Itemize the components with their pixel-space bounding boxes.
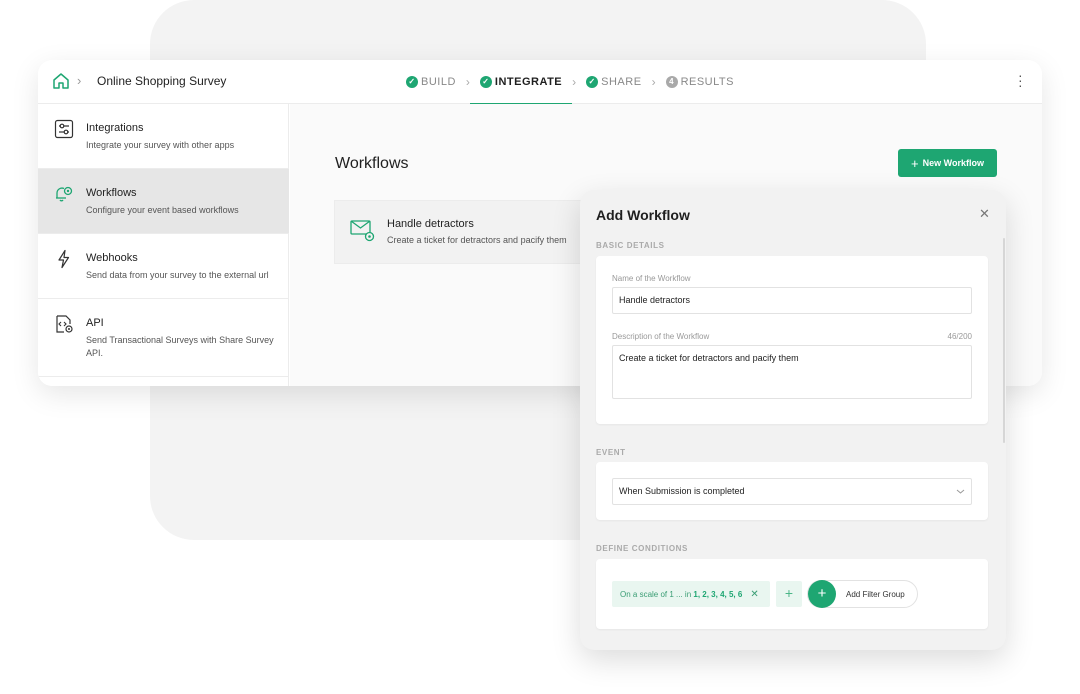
code-file-icon — [56, 315, 73, 333]
sidebar-item-title: API — [86, 317, 104, 329]
add-filter-group-label: Add Filter Group — [846, 590, 905, 599]
sidebar-item-api[interactable]: API Send Transactional Surveys with Shar… — [38, 299, 289, 377]
lightning-icon — [58, 249, 70, 269]
plus-icon: + — [784, 585, 794, 601]
condition-chip[interactable]: On a scale of 1 ... in 1, 2, 3, 4, 5, 6 … — [612, 581, 770, 607]
step-label: SHARE — [601, 76, 642, 88]
section-label-event: EVENT — [596, 448, 626, 457]
step-label: BUILD — [421, 76, 456, 88]
step-label: RESULTS — [680, 76, 734, 88]
step-number-badge: 4 — [665, 76, 678, 88]
new-workflow-label: New Workflow — [922, 158, 984, 168]
sidebar-item-desc: Configure your event based workflows — [86, 205, 239, 215]
sidebar-item-desc: Send Transactional Surveys with Share Su… — [86, 335, 274, 358]
conditions-panel: On a scale of 1 ... in 1, 2, 3, 4, 5, 6 … — [596, 559, 988, 629]
event-select-value: When Submission is completed — [619, 486, 745, 496]
chip-prefix: On a scale of 1 ... in — [620, 589, 692, 599]
workflow-desc: Create a ticket for detractors and pacif… — [387, 235, 567, 245]
basic-details-panel: Name of the Workflow Handle detractors D… — [596, 256, 988, 424]
check-icon: ✓ — [586, 76, 599, 88]
name-field-label: Name of the Workflow — [612, 274, 691, 283]
step-nav: ✓ BUILD › ✓ INTEGRATE › ✓ SHARE › 4 RESU… — [396, 60, 744, 105]
plus-icon: + — [808, 580, 836, 608]
top-bar: › Online Shopping Survey ✓ BUILD › ✓ INT… — [38, 60, 1042, 105]
add-filter-group-button[interactable]: + Add Filter Group — [807, 580, 918, 608]
step-integrate[interactable]: ✓ INTEGRATE — [469, 60, 573, 105]
stage: › Online Shopping Survey ✓ BUILD › ✓ INT… — [0, 0, 1080, 694]
sliders-icon — [54, 119, 74, 139]
check-icon: ✓ — [479, 76, 492, 88]
step-results[interactable]: 4 RESULTS — [656, 60, 744, 104]
workflow-description-textarea[interactable]: Create a ticket for detractors and pacif… — [612, 345, 972, 399]
mail-gear-icon — [350, 220, 375, 242]
description-field-label: Description of the Workflow — [612, 332, 710, 341]
add-workflow-modal: Add Workflow ✕ BASIC DETAILS Name of the… — [580, 190, 1006, 650]
sidebar-item-webhooks[interactable]: Webhooks Send data from your survey to t… — [38, 234, 289, 299]
survey-title: Online Shopping Survey — [97, 74, 227, 88]
sidebar-item-title: Workflows — [86, 187, 137, 199]
page-title: Workflows — [335, 155, 409, 172]
sidebar-item-desc: Integrate your survey with other apps — [86, 140, 235, 150]
step-label: INTEGRATE — [494, 76, 563, 88]
add-condition-button[interactable]: + — [776, 581, 802, 607]
sidebar-item-title: Webhooks — [86, 252, 138, 264]
scrollbar[interactable] — [1003, 238, 1005, 443]
sidebar-item-integrations[interactable]: Integrations Integrate your survey with … — [38, 104, 289, 169]
event-select[interactable]: When Submission is completed — [612, 478, 972, 505]
plus-icon: + — [911, 155, 919, 171]
new-workflow-button[interactable]: + New Workflow — [898, 149, 997, 177]
remove-chip-icon[interactable]: ✕ — [750, 589, 758, 600]
kebab-vertical-icon[interactable]: · · · — [1018, 68, 1023, 92]
sidebar: Integrations Integrate your survey with … — [38, 104, 289, 386]
event-panel: When Submission is completed — [596, 462, 988, 520]
step-build[interactable]: ✓ BUILD — [396, 60, 466, 104]
sidebar-item-workflows[interactable]: Workflows Configure your event based wor… — [38, 169, 289, 234]
breadcrumb-chevron-icon: › — [77, 73, 82, 88]
check-icon: ✓ — [406, 76, 418, 88]
section-label-basic-details: BASIC DETAILS — [596, 241, 665, 250]
sidebar-item-title: Integrations — [86, 122, 144, 134]
bell-gear-icon — [56, 186, 73, 202]
chevron-down-icon — [956, 489, 965, 494]
modal-title: Add Workflow — [596, 207, 690, 223]
step-share[interactable]: ✓ SHARE — [576, 60, 651, 104]
section-label-conditions: DEFINE CONDITIONS — [596, 544, 688, 553]
character-counter: 46/200 — [947, 332, 972, 341]
sidebar-item-desc: Send data from your survey to the extern… — [86, 270, 269, 280]
close-icon[interactable]: ✕ — [979, 206, 990, 222]
workflow-name-input[interactable]: Handle detractors — [612, 287, 972, 314]
home-icon[interactable] — [52, 72, 70, 90]
chip-values: 1, 2, 3, 4, 5, 6 — [693, 589, 743, 599]
workflow-title: Handle detractors — [387, 218, 474, 230]
